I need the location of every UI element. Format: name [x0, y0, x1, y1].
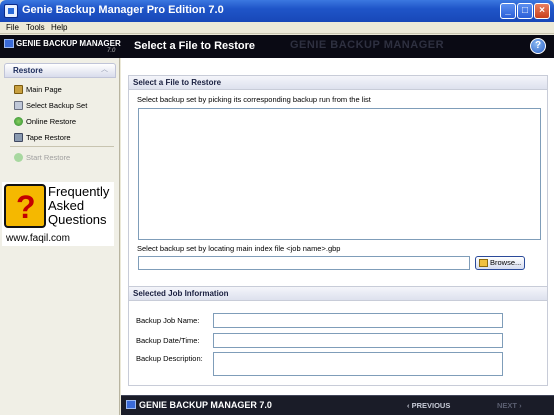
- start-icon: [14, 153, 23, 162]
- index-file-input[interactable]: [138, 256, 470, 270]
- backup-set-icon: [14, 101, 23, 110]
- backup-run-list[interactable]: [138, 108, 541, 240]
- browse-button[interactable]: Browse...: [475, 256, 525, 270]
- sidebar-divider: [10, 146, 114, 147]
- close-button[interactable]: ×: [534, 3, 550, 19]
- job-info-panel-header: Selected Job Information: [129, 287, 547, 301]
- footer-brand: GENIE BACKUP MANAGER 7.0: [126, 400, 272, 410]
- menu-help[interactable]: Help: [51, 22, 67, 33]
- job-datetime-field[interactable]: [213, 333, 503, 348]
- question-mark-icon: ?: [16, 189, 36, 225]
- sidebar-item-main-page[interactable]: Main Page: [14, 84, 62, 96]
- sidebar-item-label: Select Backup Set: [26, 101, 88, 110]
- faq-url: www.faqil.com: [6, 233, 70, 244]
- previous-button[interactable]: ‹ PREVIOUS: [407, 401, 450, 410]
- job-description-field[interactable]: [213, 352, 503, 376]
- genie-logo-icon: [126, 400, 136, 409]
- menu-tools[interactable]: Tools: [26, 22, 45, 33]
- faq-line-2: Asked: [48, 198, 85, 213]
- job-name-label: Backup Job Name:: [136, 316, 200, 325]
- footer-brand-label: GENIE BACKUP MANAGER 7.0: [139, 400, 272, 410]
- faq-logo-icon: ?: [4, 184, 46, 228]
- main-content: Select a File to Restore Select backup s…: [121, 58, 554, 395]
- sidebar-item-select-backup-set[interactable]: Select Backup Set: [14, 100, 87, 112]
- start-restore-button[interactable]: Start Restore: [14, 152, 70, 164]
- brand-header: GENIE BACKUP MANAGER 7.0 Select a File t…: [0, 35, 554, 58]
- sidebar-item-label: Online Restore: [26, 117, 77, 126]
- globe-icon: [14, 117, 23, 126]
- next-button[interactable]: NEXT ›: [497, 401, 522, 410]
- select-file-panel: Select a File to Restore Select backup s…: [128, 75, 548, 289]
- sidebar-item-label: Tape Restore: [26, 133, 71, 142]
- page-title: Select a File to Restore: [134, 40, 256, 52]
- sidebar-item-label: Main Page: [26, 85, 62, 94]
- faq-watermark: ? Frequently Asked Questions www.faqil.c…: [2, 182, 114, 246]
- browse-label: Browse...: [490, 258, 522, 267]
- next-label: NEXT: [497, 401, 518, 410]
- sidebar-header[interactable]: Restore ︿: [4, 63, 116, 78]
- folder-icon: [479, 259, 488, 267]
- maximize-button[interactable]: □: [517, 3, 533, 19]
- faq-line-1: Frequently: [48, 184, 110, 199]
- help-icon[interactable]: ?: [530, 38, 546, 54]
- job-name-field[interactable]: [213, 313, 503, 328]
- footer-bar: GENIE BACKUP MANAGER 7.0 ‹ PREVIOUS NEXT…: [121, 395, 554, 415]
- job-datetime-label: Backup Date/Time:: [136, 336, 200, 345]
- brand-logo: GENIE BACKUP MANAGER: [4, 39, 121, 48]
- sidebar-item-online-restore[interactable]: Online Restore: [14, 116, 76, 128]
- app-icon: [4, 4, 18, 18]
- select-description: Select backup set by picking its corresp…: [137, 95, 371, 104]
- minimize-button[interactable]: _: [500, 3, 516, 19]
- menu-bar: File Tools Help: [0, 22, 554, 34]
- start-restore-label: Start Restore: [26, 153, 71, 162]
- title-bar: Genie Backup Manager Pro Edition 7.0 _ □…: [0, 0, 554, 22]
- sidebar-header-label: Restore: [13, 66, 43, 75]
- job-description-label: Backup Description:: [136, 354, 203, 363]
- tape-icon: [14, 133, 23, 142]
- chevron-up-icon[interactable]: ︿: [99, 66, 110, 75]
- faq-line-3: Questions: [48, 212, 107, 227]
- previous-label: PREVIOUS: [411, 401, 451, 410]
- window-title: Genie Backup Manager Pro Edition 7.0: [22, 4, 224, 16]
- menu-file[interactable]: File: [6, 22, 19, 33]
- locate-index-label: Select backup set by locating main index…: [137, 244, 341, 253]
- sidebar-item-tape-restore[interactable]: Tape Restore: [14, 132, 71, 144]
- select-file-panel-header: Select a File to Restore: [129, 76, 547, 90]
- brand-watermark: GENIE BACKUP MANAGER: [290, 39, 445, 51]
- sidebar: Restore ︿ Main Page Select Backup Set On…: [0, 58, 120, 415]
- home-icon: [14, 85, 23, 94]
- chevron-right-icon: ›: [517, 401, 522, 410]
- genie-logo-icon: [4, 39, 14, 48]
- job-info-panel: Selected Job Information Backup Job Name…: [128, 286, 548, 386]
- brand-name: GENIE BACKUP MANAGER: [16, 39, 121, 48]
- brand-version: 7.0: [107, 48, 116, 54]
